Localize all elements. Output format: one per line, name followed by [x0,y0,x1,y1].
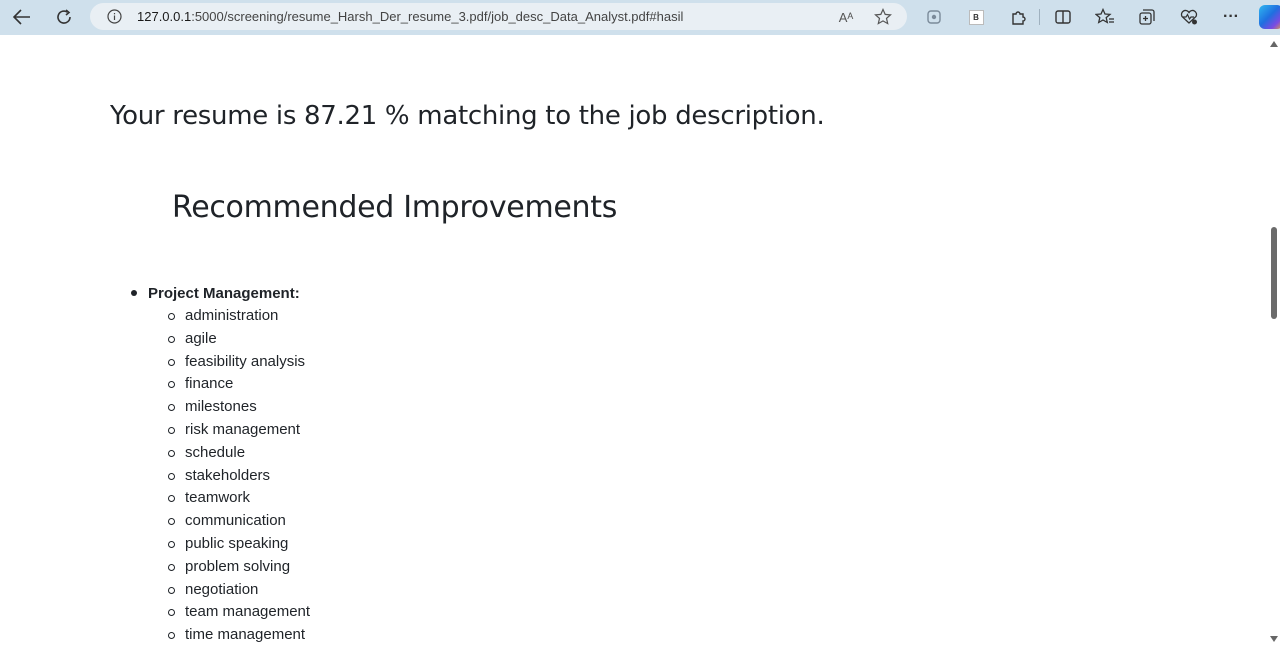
collections-icon[interactable] [1135,5,1159,29]
puzzle-icon[interactable] [1006,5,1030,29]
skill-item: agile [148,328,310,351]
scroll-up-arrow-icon[interactable] [1270,41,1278,47]
copilot-icon[interactable] [1259,5,1280,29]
bullet-circle-icon [168,381,175,389]
category-item: Project Management: administration agile fe… [0,283,310,646]
extension-icon[interactable] [922,5,946,29]
skill-item: negotiation [148,579,310,602]
browser-toolbar: 127.0.0.1:5000/screening/resume_Harsh_De… [0,0,1280,35]
more-label: ··· [1223,8,1239,25]
skill-item: time management [148,624,310,646]
scroll-down-arrow-icon[interactable] [1270,636,1278,642]
skill-label: agile [185,329,217,347]
bullet-circle-icon [168,518,175,526]
skill-item: administration [148,305,310,328]
skill-label: teamwork [185,489,251,507]
skill-item: public speaking [148,533,310,556]
refresh-icon[interactable] [50,4,78,30]
skill-label: communication [185,512,286,530]
bullet-circle-icon [168,632,175,640]
vertical-scrollbar[interactable] [1268,35,1280,646]
url-host: 127.0.0.1 [137,9,192,24]
skill-label: feasibility analysis [185,352,306,370]
match-result-text: Your resume is 87.21 % matching to the j… [110,101,825,131]
read-aloud-label: Aᴬ [838,9,854,25]
recommendations-title: Recommended Improvements [172,190,618,225]
skill-item: schedule [148,442,310,465]
favorite-star-icon[interactable] [873,7,893,27]
skill-item: finance [148,373,310,396]
skill-label: administration [185,307,279,324]
skill-item: stakeholders [148,465,310,488]
favorites-icon[interactable] [1093,5,1117,29]
skill-list: administration agile feasibility analysis f… [148,305,310,646]
bullet-circle-icon [168,586,175,594]
bullet-circle-icon [168,426,175,434]
skill-label: negotiation [185,580,259,598]
scroll-thumb[interactable] [1271,227,1277,319]
bullet-circle-icon [168,472,175,480]
skill-label: milestones [185,398,257,416]
performance-icon[interactable] [1177,5,1201,29]
skill-item: milestones [148,396,310,419]
b-badge-label: B [968,9,984,25]
skill-label: time management [185,626,306,644]
toolbar-divider [1039,9,1040,25]
bullet-circle-icon [168,449,175,457]
back-icon[interactable] [8,4,36,30]
bullet-disc-icon [131,290,137,296]
address-url[interactable]: 127.0.0.1:5000/screening/resume_Harsh_De… [137,3,683,30]
skill-item: team management [148,601,310,624]
bullet-circle-icon [168,540,175,548]
skill-label: risk management [185,420,301,438]
skill-item: communication [148,510,310,533]
category-label: Project Management: [148,285,300,302]
url-path: :5000/screening/resume_Harsh_Der_resume_… [191,9,684,24]
skill-item: teamwork [148,487,310,510]
address-bar[interactable]: 127.0.0.1:5000/screening/resume_Harsh_De… [90,3,907,30]
skill-label: team management [185,603,311,621]
split-screen-icon[interactable] [1051,5,1075,29]
bullet-circle-icon [168,563,175,571]
skill-label: schedule [185,443,246,461]
info-icon[interactable] [106,8,123,25]
bullet-circle-icon [168,313,175,320]
bullet-circle-icon [168,495,175,503]
bullet-circle-icon [168,335,175,343]
skill-item: feasibility analysis [148,351,310,374]
b-badge-icon[interactable]: B [964,5,988,29]
page-viewport: Your resume is 87.21 % matching to the j… [0,35,1280,646]
skill-label: stakeholders [185,466,271,484]
bullet-circle-icon [168,609,175,617]
skill-label: public speaking [185,534,289,552]
recommendation-list: Project Management: administration agile fe… [0,283,310,646]
skill-label: finance [185,375,234,393]
bullet-circle-icon [168,404,175,412]
more-icon[interactable]: ··· [1219,5,1243,29]
bullet-circle-icon [168,358,175,366]
read-aloud-icon[interactable]: Aᴬ [836,7,856,27]
skill-item: problem solving [148,556,310,579]
skill-item: risk management [148,419,310,442]
skill-label: problem solving [185,557,291,575]
